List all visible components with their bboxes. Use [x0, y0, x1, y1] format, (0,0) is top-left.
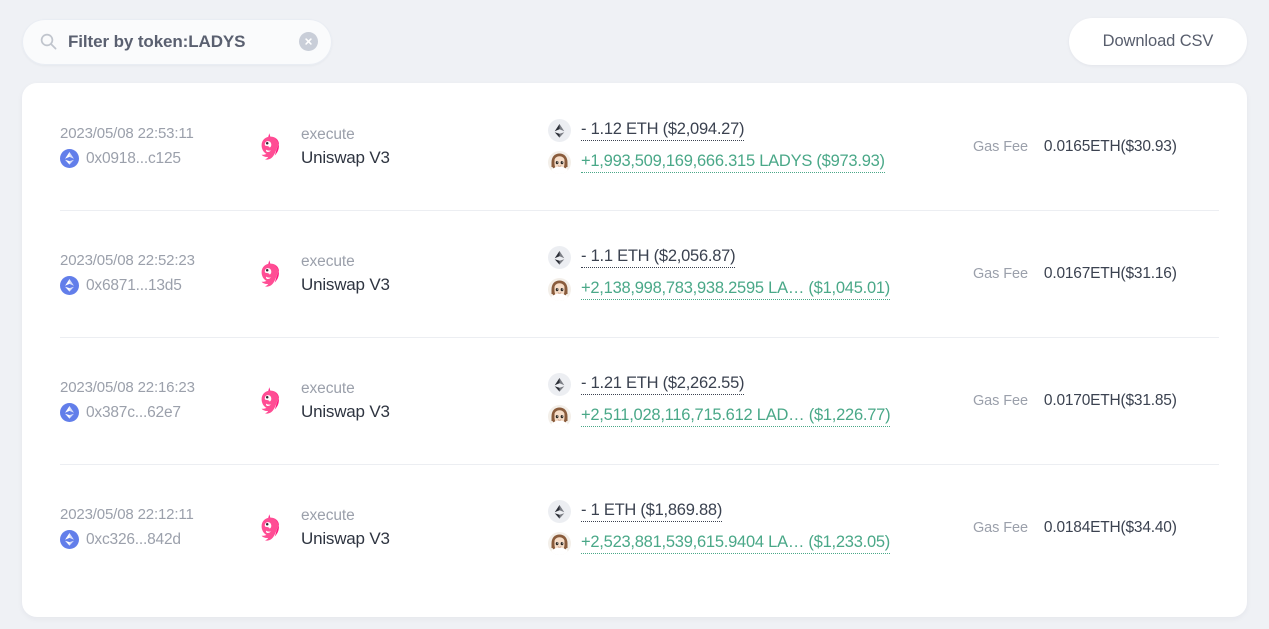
- token-filter-search[interactable]: Filter by token:LADYS: [22, 18, 332, 65]
- ethereum-badge-icon: [60, 403, 79, 422]
- protocol-cell: execute Uniswap V3: [250, 379, 540, 423]
- gas-cell: Gas Fee 0.0167ETH($31.16): [959, 265, 1209, 283]
- protocol-name: Uniswap V3: [301, 402, 390, 422]
- table-row[interactable]: 2023/05/08 22:12:11 0xc326...842d execute U…: [22, 464, 1247, 591]
- transaction-hash-line[interactable]: 0x0918...c125: [60, 149, 250, 168]
- ethereum-token-icon: [548, 373, 571, 396]
- transaction-hash[interactable]: 0x6871...13d5: [86, 277, 182, 295]
- transfer-line: - 1 ETH ($1,869.88): [548, 496, 959, 528]
- protocol-cell: execute Uniswap V3: [250, 125, 540, 169]
- uniswap-unicorn-icon: [252, 511, 286, 545]
- transaction-hash-line[interactable]: 0x387c...62e7: [60, 403, 250, 422]
- transaction-meta: 2023/05/08 22:16:23 0x387c...62e7: [60, 379, 250, 422]
- ladys-token-icon: [548, 532, 571, 555]
- transaction-hash-line[interactable]: 0x6871...13d5: [60, 276, 250, 295]
- transfers-cell: - 1.21 ETH ($2,262.55) +2,511,028,116,715…: [540, 369, 959, 433]
- transaction-action: execute: [301, 125, 355, 143]
- transfers-cell: - 1.12 ETH ($2,094.27) +1,993,509,169,666…: [540, 115, 959, 179]
- transfers-cell: - 1.1 ETH ($2,056.87) +2,138,998,783,938.…: [540, 242, 959, 306]
- protocol-name: Uniswap V3: [301, 529, 390, 549]
- ladys-token-icon: [548, 151, 571, 174]
- transaction-time: 2023/05/08 22:16:23: [60, 379, 195, 396]
- transaction-action: execute: [301, 252, 355, 270]
- gas-cell: Gas Fee 0.0184ETH($34.40): [959, 519, 1209, 537]
- transfers-cell: - 1 ETH ($1,869.88) +2,523,881,539,615.94…: [540, 496, 959, 560]
- uniswap-unicorn-icon: [252, 384, 286, 418]
- gas-fee-value: 0.0167ETH($31.16): [1043, 264, 1177, 282]
- gas-fee-value: 0.0184ETH($34.40): [1043, 518, 1177, 536]
- uniswap-unicorn-icon: [252, 257, 286, 291]
- protocol-cell: execute Uniswap V3: [250, 506, 540, 550]
- ethereum-token-icon: [548, 119, 571, 142]
- toolbar: Filter by token:LADYS Download CSV: [0, 0, 1269, 83]
- gas-fee-value: 0.0170ETH($31.85): [1043, 391, 1177, 409]
- table-row[interactable]: 2023/05/08 22:53:11 0x0918...c125 execute U…: [22, 83, 1247, 210]
- protocol-name: Uniswap V3: [301, 148, 390, 168]
- transaction-meta: 2023/05/08 22:12:11 0xc326...842d: [60, 506, 250, 549]
- transaction-hash[interactable]: 0x0918...c125: [86, 150, 181, 168]
- transaction-history-page: Filter by token:LADYS Download CSV 2023/…: [0, 0, 1269, 629]
- protocol-name: Uniswap V3: [301, 275, 390, 295]
- transfer-amount[interactable]: +1,993,509,169,666.315 LADYS ($973.93): [581, 152, 885, 173]
- transfer-line: +1,993,509,169,666.315 LADYS ($973.93): [548, 147, 959, 179]
- ladys-token-icon: [548, 405, 571, 428]
- transfer-amount[interactable]: - 1.12 ETH ($2,094.27): [581, 120, 745, 141]
- transaction-hash-line[interactable]: 0xc326...842d: [60, 530, 250, 549]
- transfer-amount[interactable]: +2,138,998,783,938.2595 LA… ($1,045.01): [581, 279, 890, 300]
- gas-cell: Gas Fee 0.0170ETH($31.85): [959, 392, 1209, 410]
- transaction-hash[interactable]: 0x387c...62e7: [86, 404, 181, 422]
- ethereum-badge-icon: [60, 149, 79, 168]
- table-row[interactable]: 2023/05/08 22:52:23 0x6871...13d5 execute U…: [22, 210, 1247, 337]
- ladys-token-icon: [548, 278, 571, 301]
- search-icon: [40, 33, 57, 50]
- gas-fee-label: Gas Fee: [973, 138, 1028, 155]
- uniswap-unicorn-icon: [252, 130, 286, 164]
- transaction-time: 2023/05/08 22:52:23: [60, 252, 195, 269]
- transaction-time: 2023/05/08 22:12:11: [60, 506, 194, 523]
- transaction-meta: 2023/05/08 22:53:11 0x0918...c125: [60, 125, 250, 168]
- transaction-action: execute: [301, 379, 355, 397]
- gas-fee-value: 0.0165ETH($30.93): [1043, 137, 1177, 155]
- gas-fee-label: Gas Fee: [973, 392, 1028, 409]
- transfer-line: +2,138,998,783,938.2595 LA… ($1,045.01): [548, 274, 959, 306]
- transfer-amount[interactable]: - 1.1 ETH ($2,056.87): [581, 247, 736, 268]
- table-row[interactable]: 2023/05/08 22:16:23 0x387c...62e7 execute U…: [22, 337, 1247, 464]
- clear-search-icon[interactable]: [299, 32, 318, 51]
- download-csv-button[interactable]: Download CSV: [1069, 18, 1247, 65]
- ethereum-token-icon: [548, 500, 571, 523]
- ethereum-badge-icon: [60, 276, 79, 295]
- ethereum-token-icon: [548, 246, 571, 269]
- protocol-cell: execute Uniswap V3: [250, 252, 540, 296]
- transaction-action: execute: [301, 506, 355, 524]
- ethereum-badge-icon: [60, 530, 79, 549]
- transfer-line: +2,511,028,116,715.612 LAD… ($1,226.77): [548, 401, 959, 433]
- transfer-amount[interactable]: +2,511,028,116,715.612 LAD… ($1,226.77): [581, 406, 891, 427]
- transfer-amount[interactable]: +2,523,881,539,615.9404 LA… ($1,233.05): [581, 533, 890, 554]
- transaction-hash[interactable]: 0xc326...842d: [86, 531, 181, 549]
- gas-fee-label: Gas Fee: [973, 265, 1028, 282]
- transfer-amount[interactable]: - 1 ETH ($1,869.88): [581, 501, 722, 522]
- transfer-line: - 1.1 ETH ($2,056.87): [548, 242, 959, 274]
- transfer-line: - 1.12 ETH ($2,094.27): [548, 115, 959, 147]
- transactions-card: 2023/05/08 22:53:11 0x0918...c125 execute U…: [22, 83, 1247, 617]
- search-input-value[interactable]: Filter by token:LADYS: [68, 32, 299, 52]
- transfer-line: - 1.21 ETH ($2,262.55): [548, 369, 959, 401]
- transaction-meta: 2023/05/08 22:52:23 0x6871...13d5: [60, 252, 250, 295]
- transaction-list: 2023/05/08 22:53:11 0x0918...c125 execute U…: [22, 83, 1247, 591]
- transfer-amount[interactable]: - 1.21 ETH ($2,262.55): [581, 374, 745, 395]
- gas-cell: Gas Fee 0.0165ETH($30.93): [959, 138, 1209, 156]
- transaction-time: 2023/05/08 22:53:11: [60, 125, 194, 142]
- gas-fee-label: Gas Fee: [973, 519, 1028, 536]
- transfer-line: +2,523,881,539,615.9404 LA… ($1,233.05): [548, 528, 959, 560]
